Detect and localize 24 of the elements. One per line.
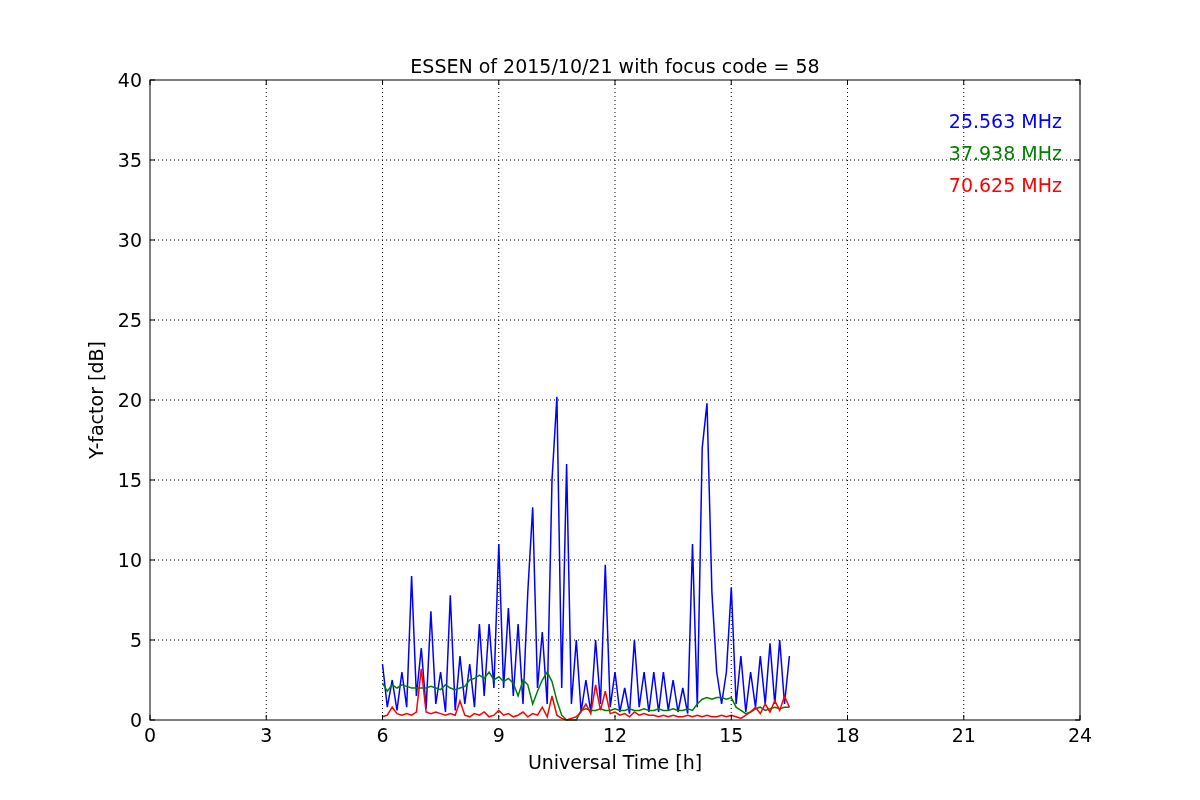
- tick-label: 6: [376, 724, 389, 746]
- tick-label: 10: [117, 549, 142, 571]
- tick-label: 18: [835, 724, 860, 746]
- y-axis-label: Y-factor [dB]: [85, 341, 107, 459]
- tick-label: 30: [117, 229, 142, 251]
- tick-label: 35: [117, 149, 142, 171]
- tick-label: 0: [143, 724, 157, 746]
- tick-label: 3: [260, 724, 273, 746]
- x-axis-label: Universal Time [h]: [527, 751, 703, 773]
- tick-label: 15: [719, 724, 744, 746]
- tick-label: 12: [602, 724, 628, 746]
- tick-label: 9: [492, 724, 505, 746]
- tick-label: 40: [117, 69, 142, 91]
- tick-label: 0: [129, 709, 142, 731]
- tick-label: 15: [117, 469, 142, 491]
- tick-label: 21: [951, 724, 976, 746]
- tick-label: 5: [129, 629, 142, 651]
- chart-title: ESSEN of 2015/10/21 with focus code = 58: [410, 55, 820, 77]
- tick-label: 25: [117, 309, 142, 331]
- tick-label: 24: [1067, 724, 1093, 746]
- legend-label: 70.625 MHz: [948, 174, 1062, 196]
- legend-label: 25.563 MHz: [948, 110, 1062, 132]
- tick-label: 20: [117, 389, 142, 411]
- legend-label: 37.938 MHz: [948, 142, 1062, 164]
